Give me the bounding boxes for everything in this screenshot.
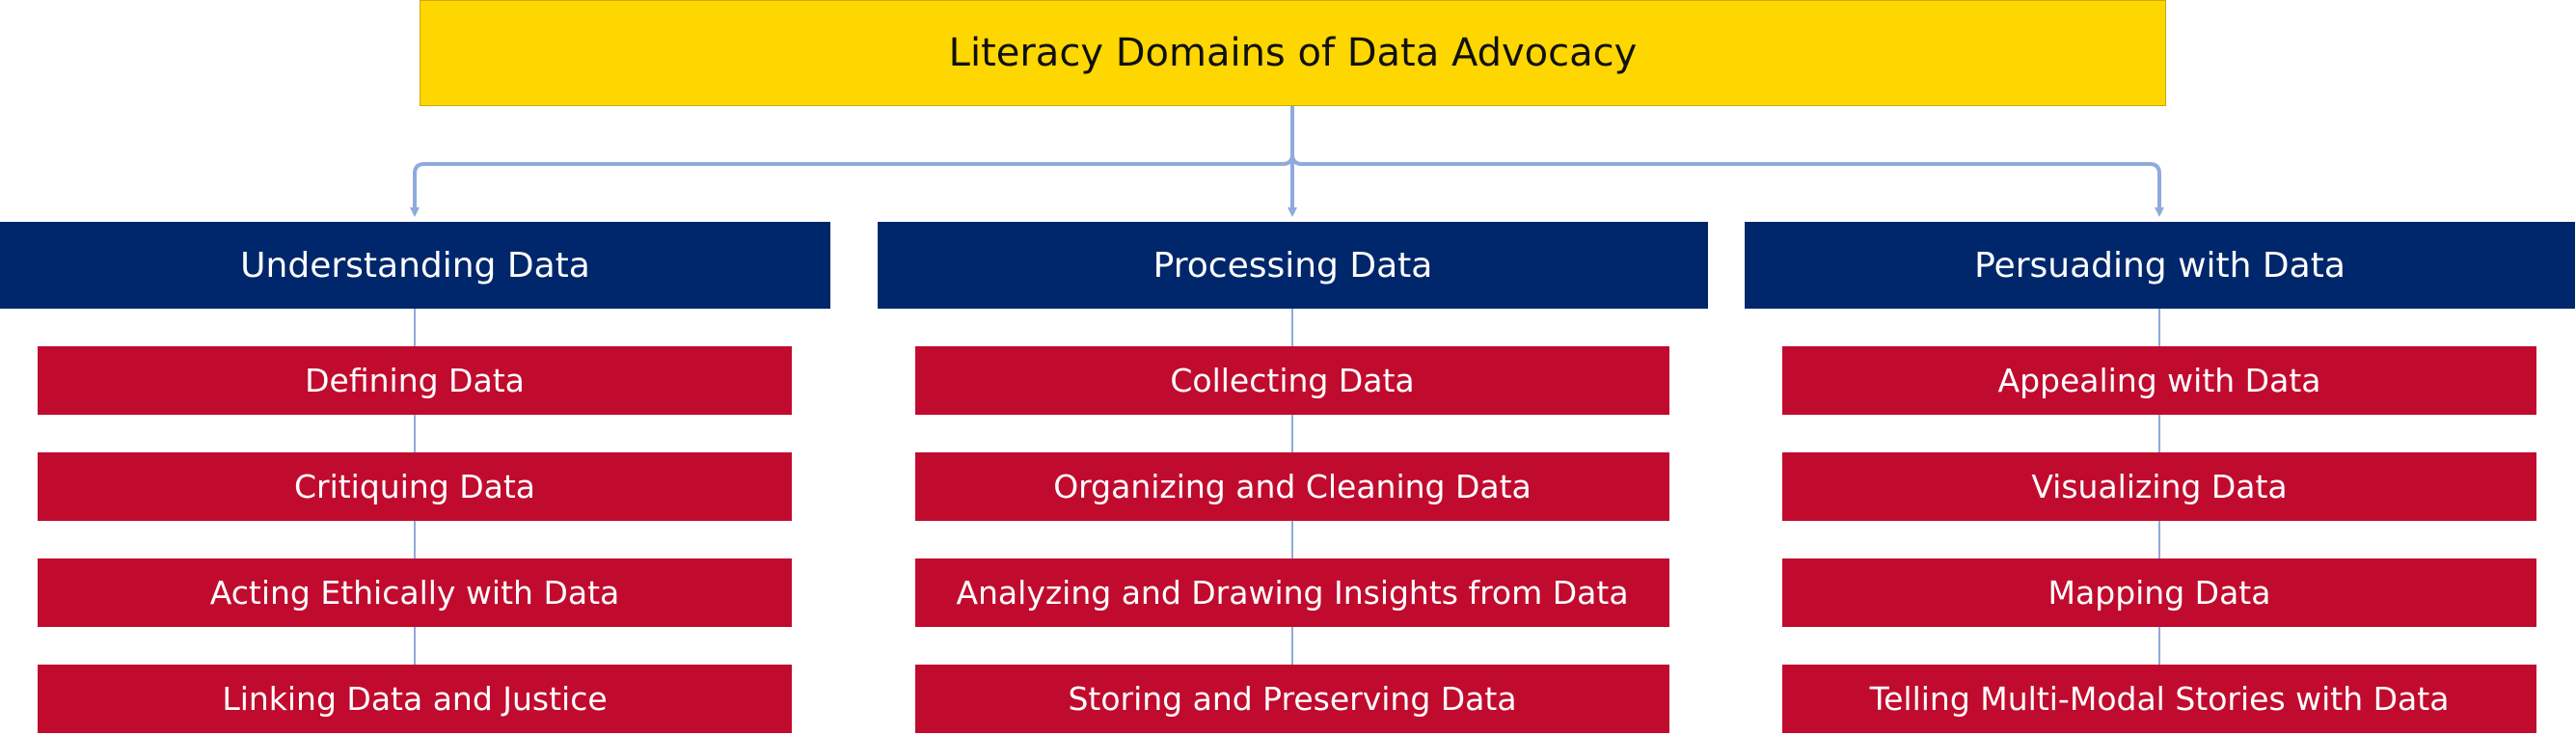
item-appealing-with-data: Appealing with Data [1782,346,2536,415]
item-collecting-data: Collecting Data [915,346,1669,415]
item-defining-data: Defining Data [38,346,792,415]
item-storing-and-preserving-data: Storing and Preserving Data [915,665,1669,733]
item-critiquing-data: Critiquing Data [38,452,792,521]
branch-arrow-understanding [410,106,1294,217]
branch-arrow-persuading [1290,106,2164,217]
diagram-title: Literacy Domains of Data Advocacy [420,0,2166,106]
item-analyzing-and-drawing-insights: Analyzing and Drawing Insights from Data [915,558,1669,627]
item-acting-ethically-with-data: Acting Ethically with Data [38,558,792,627]
item-telling-multi-modal-stories: Telling Multi-Modal Stories with Data [1782,665,2536,733]
item-organizing-and-cleaning-data: Organizing and Cleaning Data [915,452,1669,521]
category-persuading-with-data: Persuading with Data [1745,222,2575,309]
item-mapping-data: Mapping Data [1782,558,2536,627]
item-linking-data-and-justice: Linking Data and Justice [38,665,792,733]
item-visualizing-data: Visualizing Data [1782,452,2536,521]
category-processing-data: Processing Data [878,222,1708,309]
category-understanding-data: Understanding Data [0,222,830,309]
